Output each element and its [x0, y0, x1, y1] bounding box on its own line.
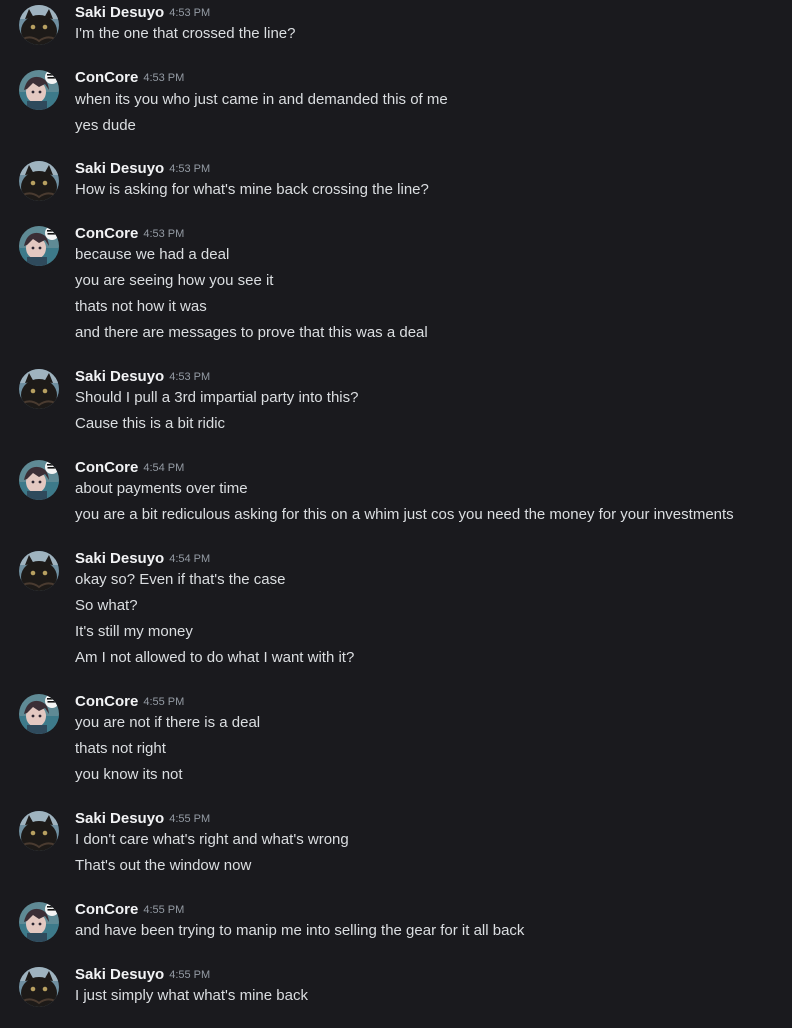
message-text: thats not how it was	[75, 298, 207, 315]
message-text: I'm the one that crossed the line?	[75, 25, 296, 42]
message-text: and have been trying to manip me into se…	[75, 922, 525, 939]
username[interactable]: ConCore	[75, 459, 138, 476]
message-text: So what?	[75, 597, 138, 614]
timestamp: 4:53 PM	[169, 7, 211, 19]
dark-cat-avatar-icon	[19, 161, 59, 201]
timestamp: 4:54 PM	[143, 462, 185, 474]
avatar[interactable]	[19, 551, 59, 591]
username[interactable]: ConCore	[75, 225, 138, 242]
avatar[interactable]	[19, 694, 59, 734]
timestamp: 4:54 PM	[169, 553, 211, 565]
avatar[interactable]	[19, 460, 59, 500]
message-text: Should I pull a 3rd impartial party into…	[75, 389, 359, 406]
dark-cat-avatar-icon	[19, 967, 59, 1007]
timestamp: 4:53 PM	[143, 228, 185, 240]
timestamp: 4:53 PM	[143, 72, 185, 84]
message-text: Am I not allowed to do what I want with …	[75, 649, 355, 666]
username[interactable]: ConCore	[75, 693, 138, 710]
message-header: Saki Desuyo 4:53 PM	[75, 2, 210, 24]
username[interactable]: Saki Desuyo	[75, 4, 164, 21]
avatar[interactable]	[19, 902, 59, 942]
message-text: I don't care what's right and what's wro…	[75, 831, 349, 848]
message-header: Saki Desuyo 4:55 PM	[75, 808, 210, 830]
message-text: about payments over time	[75, 480, 248, 497]
message-text: and there are messages to prove that thi…	[75, 324, 428, 341]
timestamp: 4:55 PM	[169, 969, 211, 981]
message-text: you know its not	[75, 766, 183, 783]
username[interactable]: Saki Desuyo	[75, 368, 164, 385]
dark-cat-avatar-icon	[19, 811, 59, 851]
avatar[interactable]	[19, 967, 59, 1007]
dark-cat-avatar-icon	[19, 5, 59, 45]
avatar[interactable]	[19, 369, 59, 409]
message-header: ConCore 4:53 PM	[75, 223, 184, 245]
message-header: Saki Desuyo 4:53 PM	[75, 158, 210, 180]
message-text: Cause this is a bit ridic	[75, 415, 226, 432]
message-text: because we had a deal	[75, 246, 230, 263]
message-header: ConCore 4:54 PM	[75, 457, 184, 479]
message-text: That's out the window now	[75, 857, 252, 874]
anime-character-avatar-icon	[19, 694, 59, 734]
avatar[interactable]	[19, 5, 59, 45]
message-header: Saki Desuyo 4:53 PM	[75, 366, 210, 388]
anime-character-avatar-icon	[19, 226, 59, 266]
message-text: okay so? Even if that's the case	[75, 571, 286, 588]
message-header: Saki Desuyo 4:54 PM	[75, 548, 210, 570]
timestamp: 4:55 PM	[143, 904, 185, 916]
timestamp: 4:55 PM	[169, 813, 211, 825]
avatar[interactable]	[19, 226, 59, 266]
message-text: you are not if there is a deal	[75, 714, 261, 731]
dark-cat-avatar-icon	[19, 369, 59, 409]
username[interactable]: Saki Desuyo	[75, 810, 164, 827]
username[interactable]: Saki Desuyo	[75, 966, 164, 983]
timestamp: 4:55 PM	[143, 696, 185, 708]
message-header: ConCore 4:53 PM	[75, 67, 184, 89]
message-header: ConCore 4:55 PM	[75, 691, 184, 713]
avatar[interactable]	[19, 70, 59, 110]
username[interactable]: Saki Desuyo	[75, 160, 164, 177]
dark-cat-avatar-icon	[19, 551, 59, 591]
message-text: It's still my money	[75, 623, 193, 640]
message-text: when its you who just came in and demand…	[75, 91, 448, 108]
timestamp: 4:53 PM	[169, 371, 211, 383]
message-text: How is asking for what's mine back cross…	[75, 181, 429, 198]
message-text: yes dude	[75, 117, 136, 134]
avatar[interactable]	[19, 811, 59, 851]
message-text: you are seeing how you see it	[75, 272, 274, 289]
message-text: you are a bit rediculous asking for this…	[75, 506, 734, 523]
anime-character-avatar-icon	[19, 460, 59, 500]
message-header: Saki Desuyo 4:55 PM	[75, 964, 210, 986]
message-text: thats not right	[75, 740, 166, 757]
username[interactable]: Saki Desuyo	[75, 550, 164, 567]
username[interactable]: ConCore	[75, 901, 138, 918]
avatar[interactable]	[19, 161, 59, 201]
timestamp: 4:53 PM	[169, 163, 211, 175]
anime-character-avatar-icon	[19, 902, 59, 942]
message-header: ConCore 4:55 PM	[75, 899, 184, 921]
chat-message-list: Saki Desuyo 4:53 PM I'm the one that cros…	[0, 0, 792, 1028]
anime-character-avatar-icon	[19, 70, 59, 110]
username[interactable]: ConCore	[75, 69, 138, 86]
message-text: I just simply what what's mine back	[75, 987, 308, 1004]
